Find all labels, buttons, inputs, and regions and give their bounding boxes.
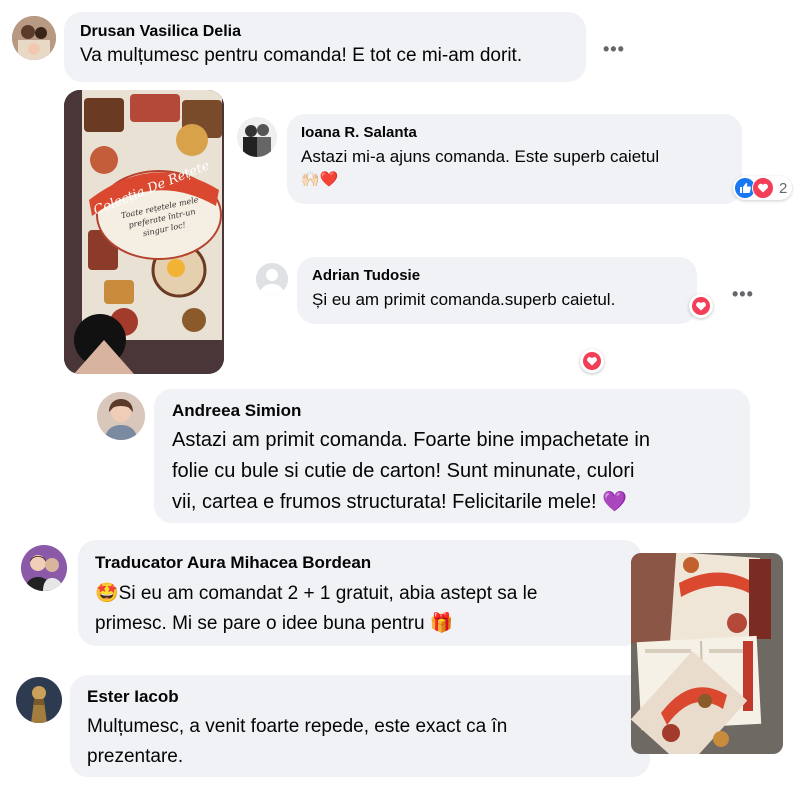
comment-bubble-adrian: Adrian Tudosie Și eu am primit comanda.s… xyxy=(297,257,697,324)
avatar-aura[interactable] xyxy=(21,545,67,591)
reaction-summary[interactable]: 2 xyxy=(733,176,793,200)
comment-line: vii, cartea e frumos structurata! Felici… xyxy=(172,491,628,513)
comment-author[interactable]: Traducator Aura Mihacea Bordean xyxy=(95,553,625,573)
comment-bubble-aura: Traducator Aura Mihacea Bordean 🤩Si eu a… xyxy=(78,540,642,646)
comment-text: Astazi am primit comanda. Foarte bine im… xyxy=(172,425,732,518)
more-options-icon[interactable]: ••• xyxy=(603,40,625,58)
comment-author[interactable]: Ioana R. Salanta xyxy=(301,124,728,141)
comment-author[interactable]: Ester Iacob xyxy=(87,687,633,707)
comment-line: prezentare. xyxy=(87,746,184,767)
comment-bubble-andreea: Andreea Simion Astazi am primit comanda.… xyxy=(154,389,750,523)
comment-author[interactable]: Drusan Vasilica Delia xyxy=(80,23,570,41)
more-options-icon[interactable]: ••• xyxy=(732,285,754,303)
comment-line: 🤩Si eu am comandat 2 + 1 gratuit, abia a… xyxy=(95,583,538,604)
comment-author[interactable]: Andreea Simion xyxy=(172,401,732,421)
comment-author[interactable]: Adrian Tudosie xyxy=(312,267,682,284)
love-reaction-icon[interactable] xyxy=(689,294,713,318)
avatar-drusan[interactable] xyxy=(12,16,56,60)
avatar-ester[interactable] xyxy=(16,677,62,723)
comment-bubble-ioana: Ioana R. Salanta Astazi mi-a ajuns coman… xyxy=(287,114,742,204)
comment-text: 🤩Si eu am comandat 2 + 1 gratuit, abia a… xyxy=(95,579,625,639)
comment-line: Astazi am primit comanda. Foarte bine im… xyxy=(172,429,650,451)
comment-line: Mulțumesc, a venit foarte repede, este e… xyxy=(87,716,508,737)
comment-line: primesc. Mi se pare o idee buna pentru 🎁 xyxy=(95,613,454,634)
avatar-andreea[interactable] xyxy=(97,392,145,440)
book-photo[interactable]: Colecția De Rețete Toate rețetele mele p… xyxy=(64,90,224,374)
love-reaction-icon[interactable] xyxy=(580,349,604,373)
reaction-count: 2 xyxy=(779,179,788,197)
comment-bubble-drusan: Drusan Vasilica Delia Va mulțumesc pentr… xyxy=(64,12,586,82)
comment-text: Va mulțumesc pentru comanda! E tot ce mi… xyxy=(80,45,523,66)
comment-line: folie cu bule si cutie de carton! Sunt m… xyxy=(172,460,635,482)
avatar-adrian[interactable] xyxy=(256,263,288,295)
notebooks-photo[interactable] xyxy=(631,553,783,754)
comment-text: Și eu am primit comanda.superb caietul. xyxy=(312,290,616,309)
comment-bubble-ester: Ester Iacob Mulțumesc, a venit foarte re… xyxy=(70,675,650,777)
comment-emoji: 🙌🏻❤️ xyxy=(301,170,339,188)
comment-text: Mulțumesc, a venit foarte repede, este e… xyxy=(87,712,633,772)
love-icon xyxy=(752,177,774,199)
comment-text: Astazi mi-a ajuns comanda. Este superb c… xyxy=(301,147,660,166)
avatar-ioana[interactable] xyxy=(237,117,277,157)
